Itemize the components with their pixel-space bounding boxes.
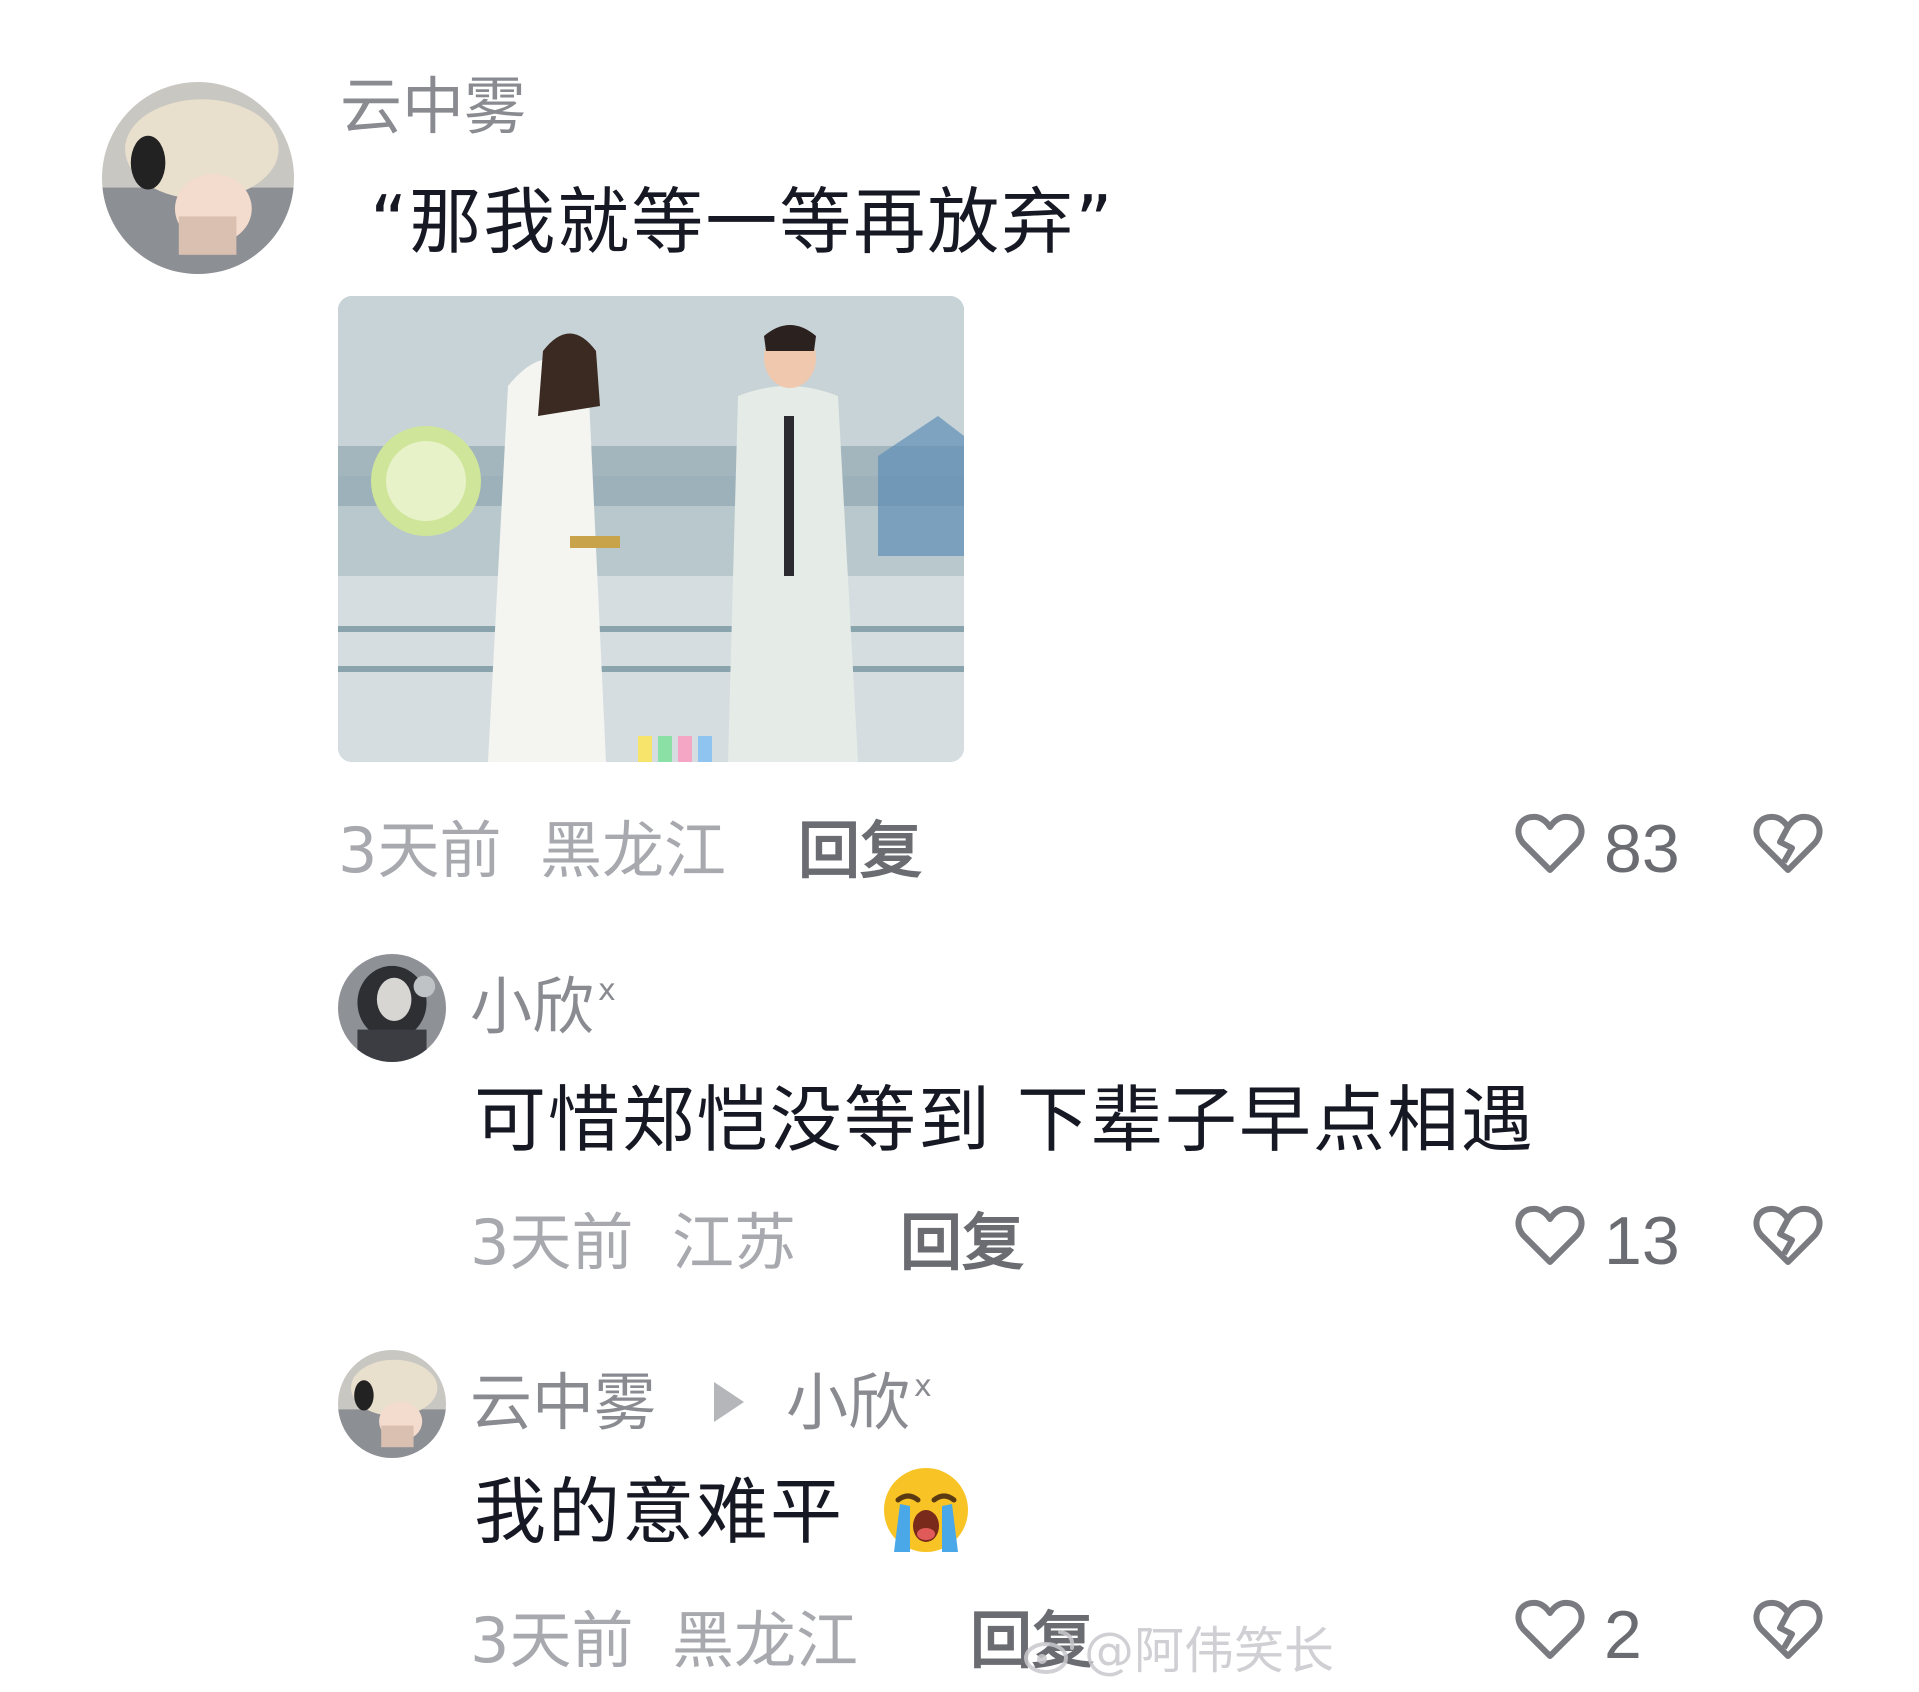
- reply-button[interactable]: 回复: [798, 820, 922, 882]
- reply-button[interactable]: 回复: [900, 1212, 1024, 1274]
- avatar-image: [338, 1350, 446, 1458]
- broken-heart-icon[interactable]: [1752, 812, 1824, 876]
- comment-username[interactable]: 云中雾: [470, 1372, 656, 1434]
- comment-time: 3天前: [470, 1206, 634, 1279]
- like-count: 13: [1604, 1203, 1680, 1279]
- triangle-right-icon: [714, 1382, 744, 1422]
- avatar-image: [102, 82, 294, 274]
- heart-outline-icon[interactable]: [1514, 812, 1586, 876]
- broken-heart-icon[interactable]: [1752, 1598, 1824, 1662]
- avatar[interactable]: [338, 954, 446, 1062]
- reply-to-sup: x: [914, 1369, 932, 1404]
- avatar[interactable]: [102, 82, 294, 274]
- comment-username[interactable]: 小欣 x: [470, 976, 616, 1038]
- comment-text: 我的意难平: [474, 1470, 845, 1554]
- comment-time: 3天前: [470, 1604, 634, 1677]
- comment-text: 可惜郑恺没等到 下辈子早点相遇: [474, 1078, 1535, 1162]
- comment-username[interactable]: 云中雾: [340, 76, 526, 138]
- watermark-text: @阿伟笑长: [1084, 1622, 1334, 1680]
- reply-to-text: 小欣: [786, 1366, 911, 1439]
- weibo-logo-icon: [1022, 1626, 1078, 1676]
- comment-time: 3天前: [338, 814, 502, 887]
- broken-heart-icon[interactable]: [1752, 1204, 1824, 1268]
- comment-text: “那我就等一等再放弃”: [370, 180, 1115, 264]
- username-text: 小欣: [470, 970, 595, 1043]
- reply-to-username[interactable]: 小欣 x: [786, 1372, 932, 1434]
- loudly-crying-face-icon: [880, 1464, 972, 1556]
- comment-location: 黑龙江: [540, 814, 727, 887]
- like-count: 2: [1604, 1597, 1642, 1673]
- heart-outline-icon[interactable]: [1514, 1204, 1586, 1268]
- avatar[interactable]: [338, 1350, 446, 1458]
- comment-location: 黑龙江: [672, 1604, 859, 1677]
- avatar-image: [338, 954, 446, 1062]
- like-count: 83: [1604, 811, 1680, 887]
- watermark: @阿伟笑长: [1022, 1626, 1334, 1676]
- heart-outline-icon[interactable]: [1514, 1598, 1586, 1662]
- comment-attached-image[interactable]: [338, 296, 964, 762]
- username-sup: x: [598, 973, 616, 1008]
- comment-location: 江苏: [672, 1206, 797, 1279]
